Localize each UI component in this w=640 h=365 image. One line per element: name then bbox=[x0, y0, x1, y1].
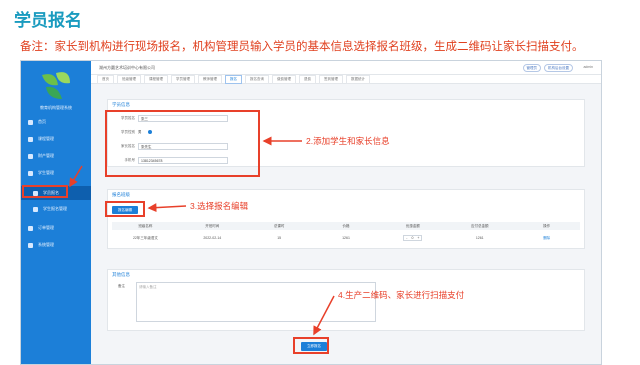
arrow-submit bbox=[313, 295, 335, 336]
arrow-edit-button bbox=[147, 203, 187, 213]
annotation-step3: 3.选择报名编辑 bbox=[190, 201, 249, 211]
annotation-step2: 2.添加学生和家长信息 bbox=[306, 136, 390, 146]
arrow-sidebar bbox=[69, 165, 83, 188]
annotation-arrows bbox=[69, 136, 335, 336]
annotation-step4: 4.生产二维码、家长进行扫描支付 bbox=[338, 290, 465, 300]
